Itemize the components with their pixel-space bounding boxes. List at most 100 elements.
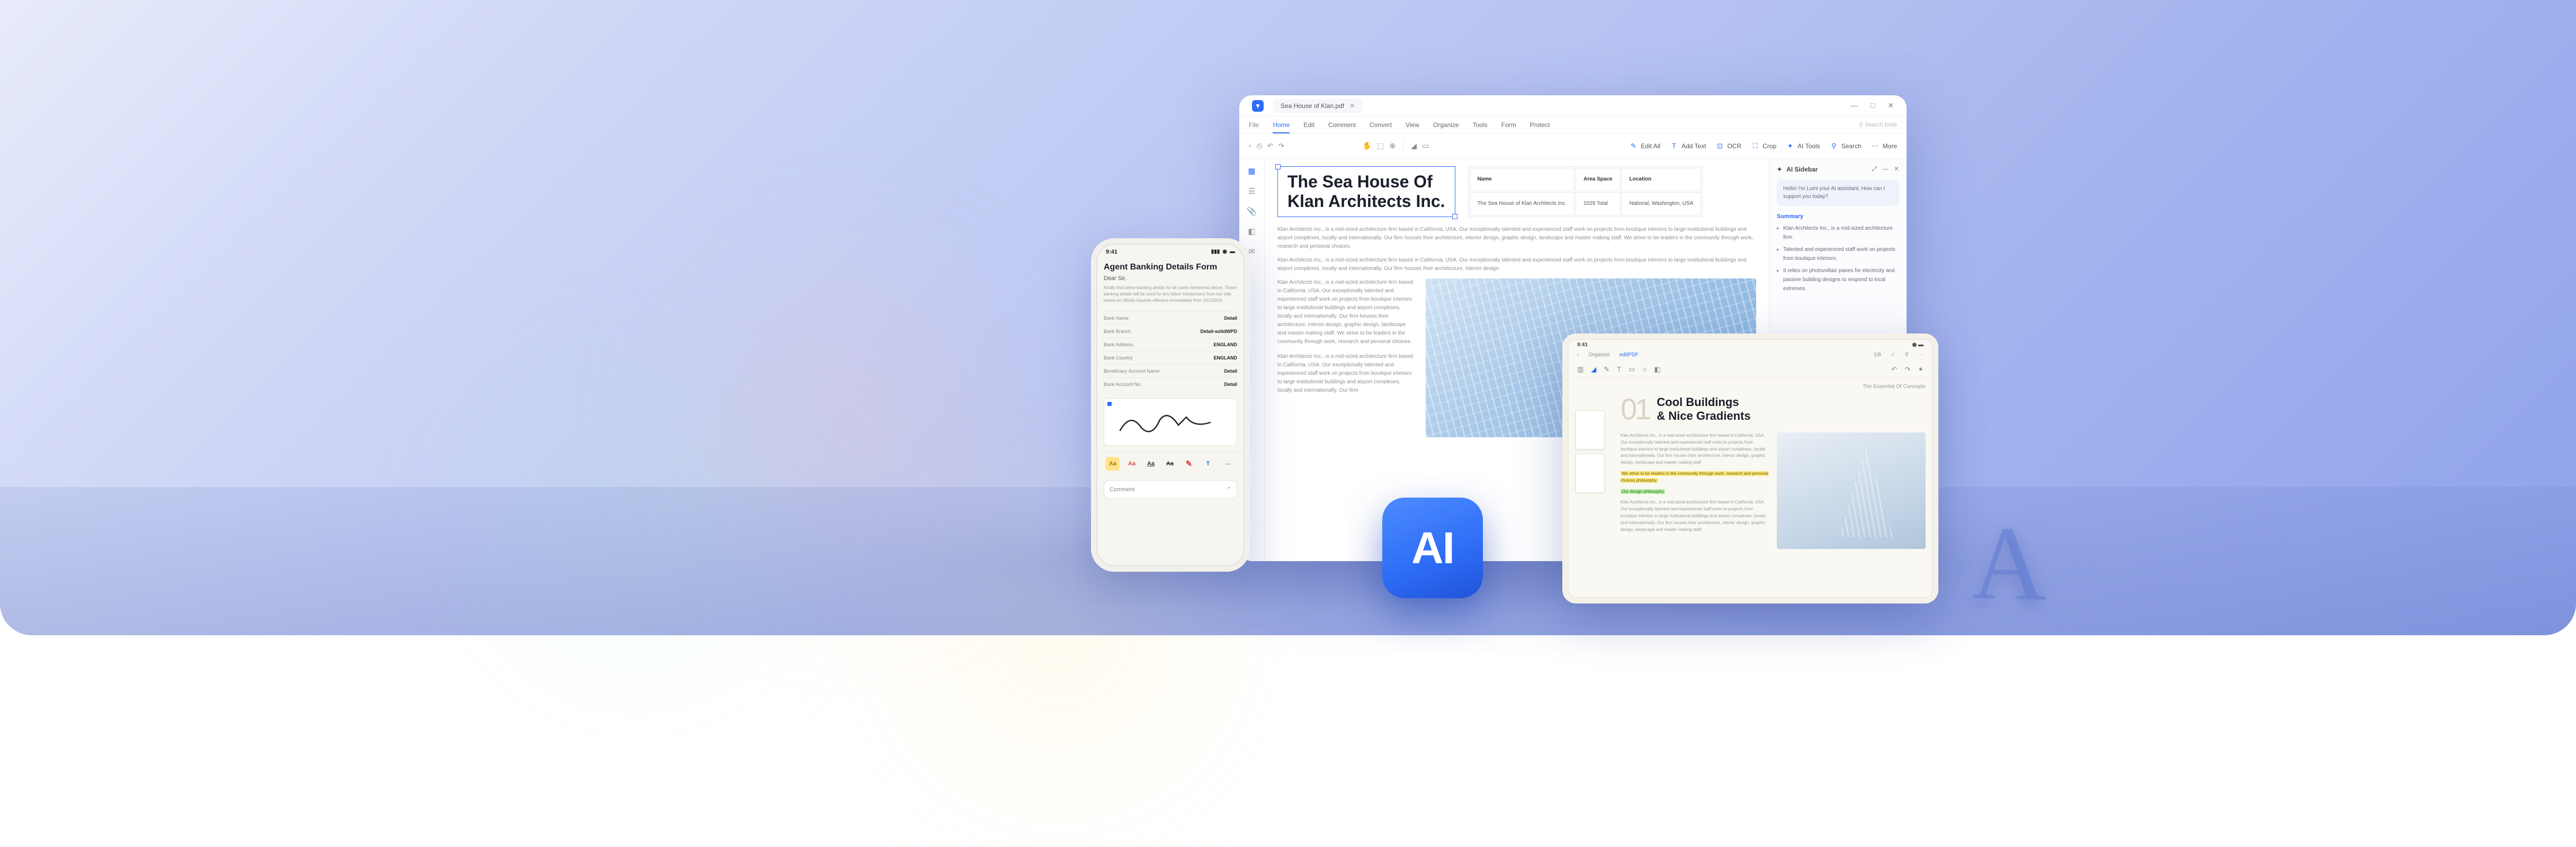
decorative-a-glyph: A (1972, 501, 2046, 626)
highlight-tool[interactable]: ◢ (1591, 365, 1596, 374)
close-icon[interactable]: ✕ (1894, 165, 1899, 173)
undo-icon[interactable]: ↶ (1267, 142, 1273, 150)
wifi-icon: ◉ (1222, 249, 1227, 255)
organize-label[interactable]: Organize (1588, 352, 1610, 358)
shape-icon[interactable]: ▭ (1422, 141, 1429, 150)
edit-pdf-link[interactable]: editPDF (1620, 352, 1639, 358)
page-title: The Sea House Of Klan Architects Inc. (1287, 172, 1445, 211)
ocr-button[interactable]: ⊡OCR (1715, 142, 1741, 150)
thumbnail-strip (1575, 384, 1612, 549)
close-icon[interactable]: ✕ (1888, 101, 1894, 110)
attachments-icon[interactable]: 📎 (1247, 206, 1257, 216)
tablet-statusbar: 9:41 ◉ ▬ (1573, 342, 1928, 348)
menu-comment[interactable]: Comment (1328, 121, 1356, 129)
menu-protect[interactable]: Protect (1530, 121, 1550, 129)
search-button[interactable]: ⚲Search (1830, 142, 1862, 150)
note-tool[interactable]: ▭ (1629, 365, 1635, 374)
redo-icon[interactable]: ↷ (1278, 142, 1284, 150)
more-button[interactable]: ⋯ (1221, 457, 1235, 471)
pen-button[interactable]: ✎ (1182, 457, 1196, 471)
tablet-page[interactable]: The Essential Of Concepts 01 Cool Buildi… (1621, 384, 1926, 549)
pen-tool[interactable]: ✎ (1604, 365, 1609, 374)
summary-item: Klan Architects Inc., is a mid-sized arc… (1783, 224, 1899, 242)
text-column: Klan Architects Inc., is a mid-sized arc… (1621, 432, 1769, 549)
crop-icon: ⛶ (1751, 142, 1759, 150)
highlight-icon[interactable]: ◢ (1411, 141, 1417, 150)
zoom-icon[interactable]: ⊕ (1390, 141, 1396, 150)
select-icon[interactable]: ⬚ (1377, 141, 1384, 150)
form-row: Bank Account No.Detail (1104, 377, 1237, 391)
search-tools[interactable]: ⚲ Search tools (1859, 121, 1897, 128)
bookmarks-icon[interactable]: ☰ (1248, 186, 1255, 196)
page-header: The Sea House Of Klan Architects Inc. Na… (1277, 166, 1756, 217)
ai-sparkle-icon: ✦ (1777, 166, 1782, 173)
tablet-body: The Essential Of Concepts 01 Cool Buildi… (1573, 384, 1928, 549)
page-counter: 1/8 (1874, 352, 1881, 358)
summary-item: Talented and experienced staff work on p… (1783, 245, 1899, 263)
signature-box[interactable] (1104, 398, 1237, 446)
page-column: Klan Architects Inc., is a mid-sized arc… (1277, 278, 1415, 437)
menu-convert[interactable]: Convert (1370, 121, 1392, 129)
page-thumbnail[interactable] (1575, 410, 1605, 449)
tablet-device: 9:41 ◉ ▬ ‹ Organize editPDF 1/8 ☆ ⚲ ⋯ ▥ … (1562, 334, 1938, 603)
toolbar: ▫ ⎙ ↶ ↷ ✋ ⬚ ⊕ ◢ ▭ ✎Edit All TAdd Text ⊡O… (1239, 133, 1907, 159)
eraser-tool[interactable]: ◧ (1654, 365, 1660, 374)
maximize-icon[interactable]: □ (1871, 101, 1875, 110)
menu-organize[interactable]: Organize (1433, 121, 1459, 129)
underline-button[interactable]: Aa (1144, 457, 1158, 471)
text-tool[interactable]: T (1617, 365, 1621, 374)
edit-all-button[interactable]: ✎Edit All (1629, 142, 1660, 150)
document-tab[interactable]: Sea House of Klan.pdf ✕ (1273, 99, 1362, 113)
phone-toolbar: Aa Aa Aa Aa ✎ T ⋯ (1101, 452, 1240, 475)
expand-icon[interactable]: ⤢ (1872, 165, 1877, 173)
menu-edit[interactable]: Edit (1303, 121, 1314, 129)
highlighted-text-green: Our design philosophy (1621, 489, 1665, 494)
comments-icon[interactable]: ✉ (1248, 247, 1255, 256)
ai-greeting: Hello! I'm Lumi your AI assistant. How c… (1777, 179, 1899, 206)
search-icon[interactable]: ⚲ (1905, 352, 1909, 358)
menu-tools[interactable]: Tools (1473, 121, 1488, 129)
crop-button[interactable]: ⛶Crop (1751, 142, 1776, 150)
save-icon[interactable]: ▫ (1249, 142, 1251, 150)
ai-tools-button[interactable]: ✦AI Tools (1786, 142, 1820, 150)
summary-list: Klan Architects Inc., is a mid-sized arc… (1777, 224, 1899, 293)
minimize-icon[interactable]: — (1850, 101, 1858, 110)
more-icon[interactable]: ⋯ (1918, 352, 1924, 358)
undo-icon[interactable]: ↶ (1891, 365, 1897, 374)
form-row: Bank BranchDetail-solidWPD (1104, 325, 1237, 338)
view-tools: ✋ ⬚ ⊕ ◢ ▭ (1363, 141, 1429, 151)
menu-view[interactable]: View (1406, 121, 1419, 129)
strikethrough-button[interactable]: Aa (1163, 457, 1177, 471)
page-thumbnail[interactable] (1575, 454, 1605, 493)
layers-icon[interactable]: ◧ (1248, 227, 1255, 236)
minimize-icon[interactable]: — (1882, 165, 1889, 173)
hand-icon[interactable]: ✋ (1363, 141, 1372, 150)
highlight-yellow-button[interactable]: Aa (1106, 457, 1120, 471)
chevron-up-icon: ⌃ (1227, 486, 1231, 493)
bookmark-icon[interactable]: ☆ (1891, 352, 1895, 358)
print-icon[interactable]: ⎙ (1257, 142, 1262, 150)
menu-form[interactable]: Form (1501, 121, 1516, 129)
clock: 9:41 (1106, 249, 1117, 255)
add-text-button[interactable]: TAdd Text (1670, 142, 1706, 150)
menu-file[interactable]: File (1249, 121, 1259, 129)
redo-icon[interactable]: ↷ (1904, 365, 1910, 374)
signal-icon: ▮▮▮ (1211, 249, 1220, 255)
selection-handle[interactable] (1107, 402, 1112, 406)
text-tool-button[interactable]: T (1201, 457, 1215, 471)
summary-item: It relies on photovoltaic panes for elec… (1783, 266, 1899, 293)
page-heading: 01 Cool Buildings & Nice Gradients (1621, 392, 1926, 426)
thumbnails-icon[interactable]: ▦ (1248, 166, 1255, 176)
title-selection-box[interactable]: The Sea House Of Klan Architects Inc. (1277, 166, 1455, 217)
ai-icon: ✦ (1786, 142, 1794, 150)
text-red-button[interactable]: Aa (1125, 457, 1139, 471)
ai-icon[interactable]: ✦ (1918, 365, 1924, 374)
shape-tool[interactable]: ○ (1642, 365, 1647, 374)
back-icon[interactable]: ‹ (1577, 352, 1579, 358)
menu-home[interactable]: Home (1273, 121, 1290, 129)
panel-icon[interactable]: ▥ (1577, 365, 1584, 374)
more-button[interactable]: ⋯More (1871, 142, 1897, 150)
phone-device: 9:41 ▮▮▮◉▬ Agent Banking Details Form De… (1091, 238, 1250, 572)
comment-input[interactable]: Comment ⌃ (1104, 480, 1237, 499)
close-tab-icon[interactable]: ✕ (1349, 102, 1355, 110)
